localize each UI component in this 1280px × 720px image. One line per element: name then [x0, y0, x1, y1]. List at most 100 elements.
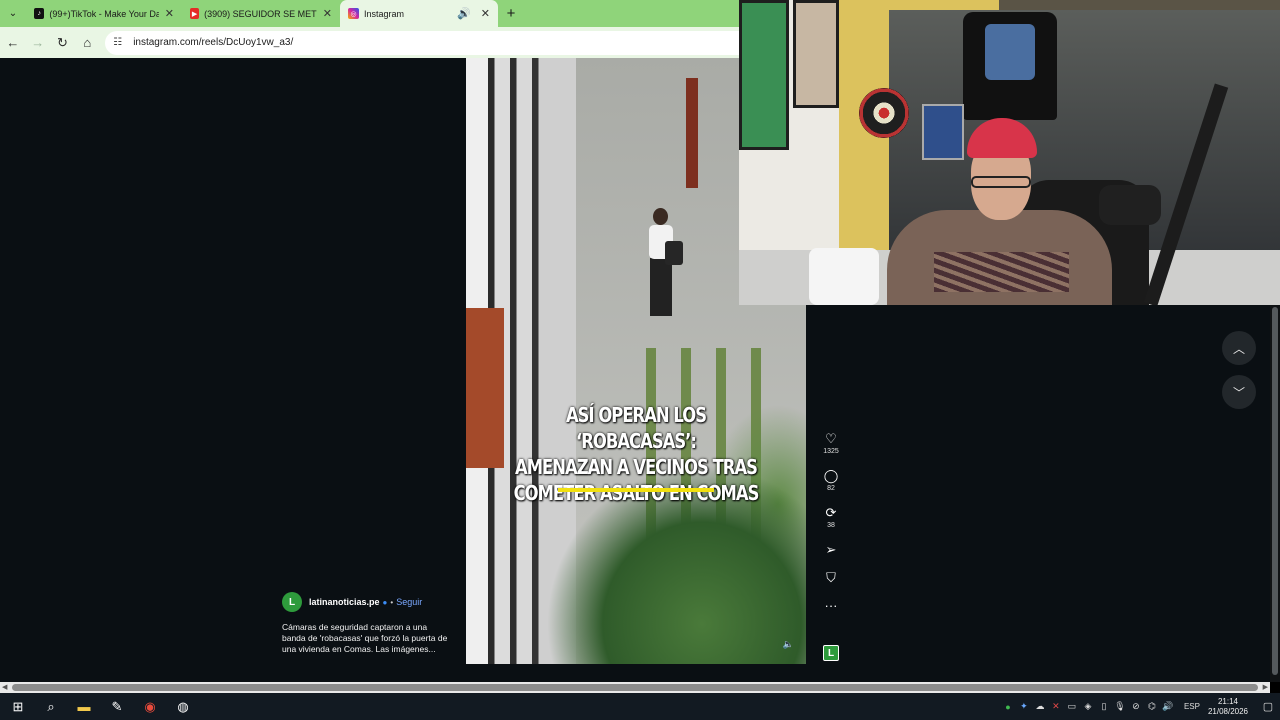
- tray-network-icon[interactable]: ⌬: [1144, 701, 1160, 712]
- brick-wall: [466, 308, 504, 468]
- next-reel-button[interactable]: ﹀: [1222, 375, 1256, 409]
- horizontal-scrollbar[interactable]: ◀ ▶: [0, 682, 1270, 693]
- reel-caption[interactable]: Cámaras de seguridad captaron a una band…: [282, 622, 452, 655]
- chevron-down-icon: ﹀: [1232, 385, 1245, 400]
- headline-line: AMENAZAN A VECINOS TRAS: [515, 455, 758, 479]
- tshirt-print: [985, 24, 1035, 80]
- close-tab-icon[interactable]: ✕: [159, 7, 174, 20]
- tray-mic-icon[interactable]: 🎙: [1112, 701, 1128, 712]
- url-text: instagram.com/reels/DcUoy1vw_a3/: [133, 37, 294, 48]
- repost-action[interactable]: ⟳ 38: [826, 506, 837, 530]
- scroll-left-icon[interactable]: ◀: [2, 682, 7, 693]
- send-icon[interactable]: ➢: [826, 543, 837, 557]
- tab-title: (99+)TikTok - Make Your Day: [49, 8, 159, 19]
- hanging-tshirt: [963, 12, 1057, 120]
- reel-author: L latinanoticias.pe ● • Seguir: [282, 592, 422, 612]
- obs-icon[interactable]: ◍: [168, 693, 198, 720]
- comment-action[interactable]: ◯ 82: [824, 469, 839, 493]
- volume-icon[interactable]: 🔈: [783, 639, 794, 650]
- more-options-icon[interactable]: ···: [825, 599, 838, 613]
- forward-arrow-icon[interactable]: →: [26, 31, 50, 55]
- tray-alert-icon[interactable]: ⊘: [1128, 701, 1144, 712]
- taskbar: ⊞ ⌕ ▬ ✎ ◉ ◍ ● ✦ ☁ ✕ ▭ ◈ ▯ 🎙 ⊘ ⌬ 🔊 ESP 21…: [0, 693, 1280, 720]
- site-info-icon[interactable]: ☷: [113, 37, 127, 48]
- home-icon[interactable]: ⌂: [75, 31, 99, 55]
- scrollbar-thumb[interactable]: [1272, 307, 1278, 675]
- comment-count: 82: [827, 485, 835, 492]
- picture-frame: [793, 0, 839, 108]
- clock[interactable]: 21:14 21/08/2026: [1208, 697, 1248, 717]
- chrome-icon[interactable]: ◉: [135, 693, 165, 720]
- separator-dot: •: [390, 597, 394, 607]
- tab-title: (3909) SEGUIDOR SE METE A LI: [204, 8, 317, 19]
- scrollbar-thumb[interactable]: [12, 684, 1258, 691]
- share-action[interactable]: ➢: [826, 543, 837, 557]
- sweater-print: [934, 252, 1069, 292]
- bookmark-icon[interactable]: ⛉: [826, 571, 836, 585]
- search-icon[interactable]: ⌕: [36, 693, 66, 720]
- close-tab-icon[interactable]: ✕: [317, 7, 332, 20]
- clock-time: 21:14: [1217, 696, 1238, 706]
- pedestrian-bag: [665, 241, 683, 265]
- browser-toolbar: ← → ↻ ⌂ ☷ instagram.com/reels/DcUoy1vw_a…: [0, 27, 740, 58]
- tray-app-icon[interactable]: ●: [1000, 702, 1016, 712]
- vertical-scrollbar[interactable]: [1270, 305, 1280, 682]
- tab-search-chevron-icon[interactable]: ⌄: [0, 0, 26, 27]
- tray-display-icon[interactable]: ▭: [1064, 701, 1080, 712]
- tray-cloud-icon[interactable]: ☁: [1032, 701, 1048, 712]
- webcam-overlay: [739, 0, 1280, 305]
- back-arrow-icon[interactable]: ←: [1, 31, 25, 55]
- file-explorer-icon[interactable]: ▬: [69, 693, 99, 720]
- headline-underline: [558, 488, 714, 492]
- windows-start-icon[interactable]: ⊞: [3, 693, 33, 720]
- tree-trunk: [686, 78, 698, 188]
- tray-volume-icon[interactable]: 🔊: [1160, 701, 1176, 712]
- heart-icon[interactable]: ♡: [825, 432, 837, 446]
- system-tray: ● ✦ ☁ ✕ ▭ ◈ ▯ 🎙 ⊘ ⌬ 🔊 ESP 21:14 21/08/20…: [1000, 693, 1280, 720]
- reel-actions: ♡ 1325 ◯ 82 ⟳ 38 ➢ ⛉ ···: [816, 432, 846, 627]
- tab-audio-icon[interactable]: 🔊: [451, 7, 475, 20]
- tab-tiktok[interactable]: ♪ (99+)TikTok - Make Your Day ✕: [26, 0, 182, 27]
- notifications-icon[interactable]: ▢: [1256, 700, 1280, 713]
- audio-source-avatar[interactable]: L: [823, 645, 839, 661]
- microphone: [1099, 185, 1161, 225]
- tiktok-icon: ♪: [34, 8, 45, 19]
- previous-reel-button[interactable]: ︿: [1222, 331, 1256, 365]
- streamer-glasses: [971, 176, 1031, 188]
- input-language[interactable]: ESP: [1184, 702, 1200, 711]
- tray-close-app-icon[interactable]: ✕: [1048, 701, 1064, 712]
- browser-tab-strip: ⌄ ♪ (99+)TikTok - Make Your Day ✕ ▶ (390…: [0, 0, 740, 27]
- headline-line: COMETER ASALTO EN COMAS: [513, 481, 760, 505]
- tab-youtube[interactable]: ▶ (3909) SEGUIDOR SE METE A LI ✕: [182, 0, 340, 27]
- youtube-icon: ▶: [190, 8, 200, 19]
- picture-frame: [739, 0, 789, 150]
- headline-line: ASÍ OPERAN LOS ‘ROBACASAS’:: [565, 403, 707, 453]
- new-tab-button[interactable]: +: [498, 0, 524, 27]
- pedestrian-head: [653, 208, 668, 225]
- wall-poster: [922, 104, 964, 160]
- scroll-right-icon[interactable]: ▶: [1263, 682, 1268, 693]
- tray-usb-icon[interactable]: ▯: [1096, 701, 1112, 712]
- save-action[interactable]: ⛉: [826, 571, 836, 585]
- app-feather-icon[interactable]: ✎: [102, 693, 132, 720]
- close-tab-icon[interactable]: ✕: [475, 7, 490, 20]
- repost-count: 38: [827, 522, 835, 529]
- clock-date: 21/08/2026: [1207, 706, 1248, 716]
- tab-instagram[interactable]: ◎ Instagram 🔊 ✕: [340, 0, 498, 27]
- author-name[interactable]: latinanoticias.pe: [309, 597, 380, 607]
- like-action[interactable]: ♡ 1325: [823, 432, 839, 456]
- follow-button[interactable]: Seguir: [396, 597, 422, 607]
- repost-icon[interactable]: ⟳: [826, 506, 837, 520]
- address-bar[interactable]: ☷ instagram.com/reels/DcUoy1vw_a3/: [105, 30, 740, 55]
- tray-security-icon[interactable]: ◈: [1080, 701, 1096, 712]
- pedestrian-legs: [650, 258, 672, 316]
- tray-bluetooth-icon[interactable]: ✦: [1016, 701, 1032, 712]
- comment-icon[interactable]: ◯: [824, 469, 839, 483]
- reload-icon[interactable]: ↻: [51, 31, 75, 55]
- dartboard: [859, 88, 909, 138]
- more-action[interactable]: ···: [825, 599, 838, 613]
- chevron-up-icon: ︿: [1232, 341, 1245, 356]
- instagram-icon: ◎: [348, 8, 359, 19]
- pedestrian: [641, 208, 683, 323]
- avatar[interactable]: L: [282, 592, 302, 612]
